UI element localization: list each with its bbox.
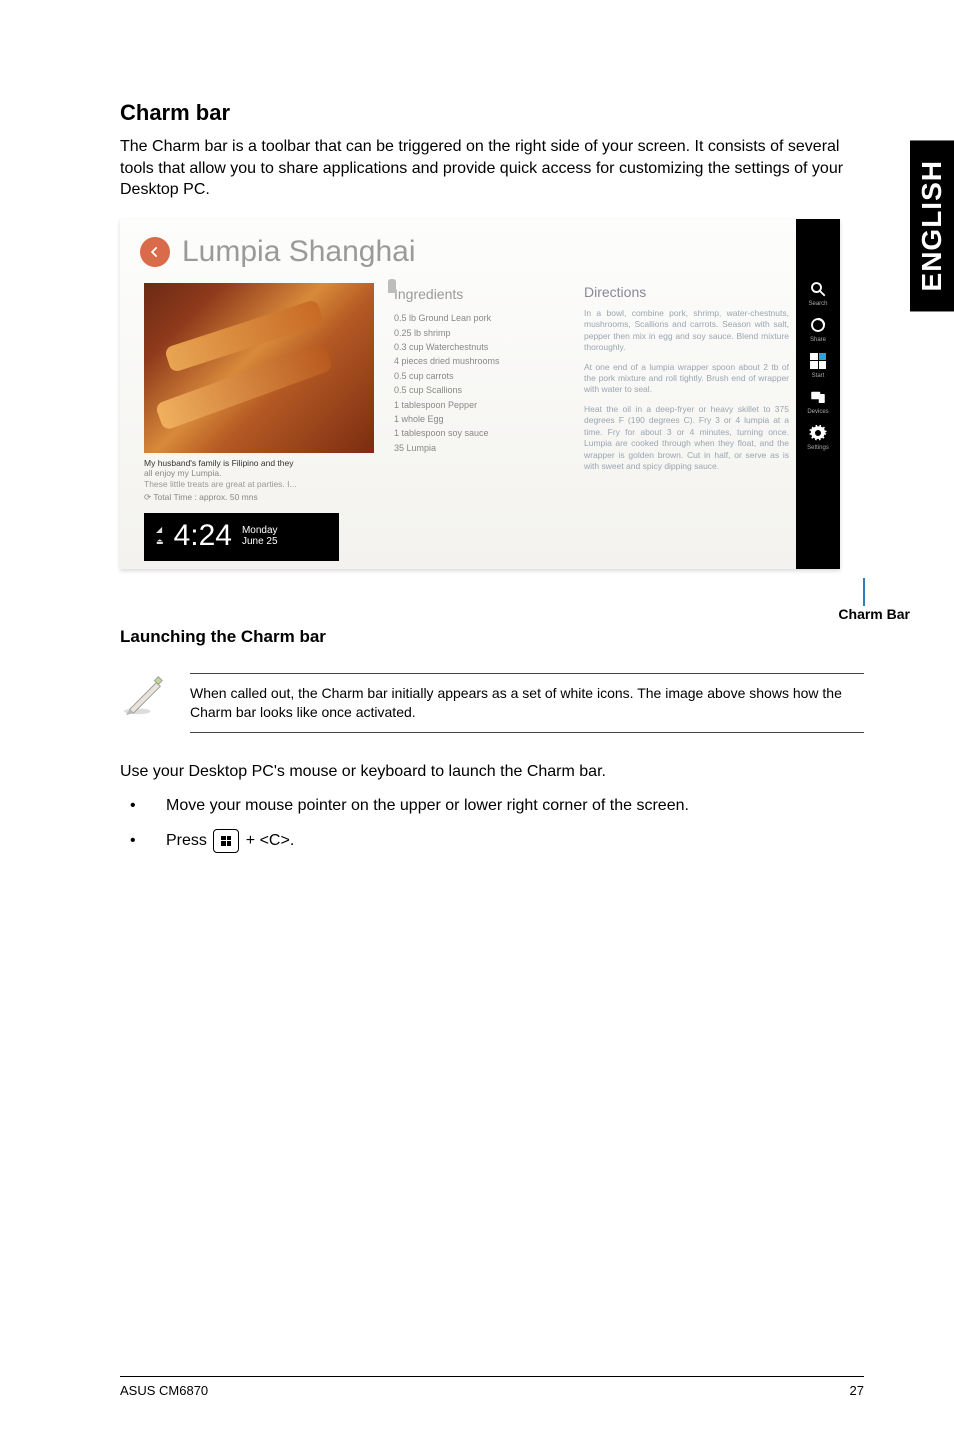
total-time: ⟳ Total Time : approx. 50 mns: [144, 492, 374, 503]
windows-key-icon: [213, 829, 239, 853]
back-icon[interactable]: [140, 237, 170, 267]
callout-line: [863, 578, 865, 606]
clock-date: June 25: [242, 536, 278, 547]
share-icon: [808, 315, 828, 335]
clock-day: Monday: [242, 525, 278, 536]
direction-step: Heat the oil in a deep-fryer or heavy sk…: [584, 404, 789, 473]
signal-icon: ◢: [156, 526, 164, 534]
ingredient-item: 0.5 cup Scallions: [394, 383, 564, 397]
recipe-title: Lumpia Shanghai: [182, 235, 416, 269]
charm-share[interactable]: Share: [808, 315, 828, 343]
ingredient-item: 35 Lumpia: [394, 441, 564, 455]
note-pencil-icon: [120, 673, 166, 724]
charm-bar: Search Share Start Devices: [796, 219, 840, 569]
lock-icon: ⏏: [156, 538, 164, 546]
charm-settings[interactable]: Settings: [807, 423, 829, 451]
screenshot-charm-bar: Lumpia Shanghai My husband's family is F…: [120, 219, 840, 569]
ingredient-item: 0.5 cup carrots: [394, 369, 564, 383]
instruction-text: Use your Desktop PC's mouse or keyboard …: [120, 763, 864, 781]
direction-step: At one end of a lumpia wrapper spoon abo…: [584, 362, 789, 396]
ingredients-heading: Ingredients: [394, 283, 564, 305]
ingredient-item: 0.3 cup Waterchestnuts: [394, 340, 564, 354]
subheading: Launching the Charm bar: [120, 627, 864, 647]
devices-icon: [808, 387, 828, 407]
start-icon: [808, 351, 828, 371]
language-tab: ENGLISH: [910, 140, 954, 311]
footer-page-number: 27: [850, 1383, 864, 1398]
search-icon: [808, 279, 828, 299]
ingredient-item: 1 whole Egg: [394, 412, 564, 426]
bullet-item: Press + <C>.: [126, 828, 864, 854]
clock-overlay: ◢ ⏏ 4:24 Monday June 25: [144, 513, 339, 561]
photo-caption: My husband's family is Filipino and they…: [144, 458, 374, 490]
recipe-photo: [144, 283, 374, 453]
charm-devices[interactable]: Devices: [807, 387, 828, 415]
ingredient-item: 1 tablespoon soy sauce: [394, 426, 564, 440]
settings-icon: [808, 423, 828, 443]
intro-paragraph: The Charm bar is a toolbar that can be t…: [120, 136, 864, 201]
charm-start[interactable]: Start: [808, 351, 828, 379]
note-text: When called out, the Charm bar initially…: [190, 685, 842, 720]
ingredient-item: 0.25 lb shrimp: [394, 326, 564, 340]
bullet-item: Move your mouse pointer on the upper or …: [126, 793, 864, 819]
ingredient-item: 1 tablespoon Pepper: [394, 398, 564, 412]
directions-heading: Directions: [584, 283, 789, 302]
charm-search[interactable]: Search: [808, 279, 828, 307]
section-heading: Charm bar: [120, 100, 864, 126]
pin-icon: [388, 279, 396, 293]
footer-model: ASUS CM6870: [120, 1383, 208, 1398]
clock-time: 4:24: [174, 519, 232, 553]
callout-label: Charm Bar: [838, 606, 910, 622]
direction-step: In a bowl, combine pork, shrimp, water-c…: [584, 308, 789, 354]
ingredient-item: 0.5 lb Ground Lean pork: [394, 311, 564, 325]
ingredient-item: 4 pieces dried mushrooms: [394, 354, 564, 368]
